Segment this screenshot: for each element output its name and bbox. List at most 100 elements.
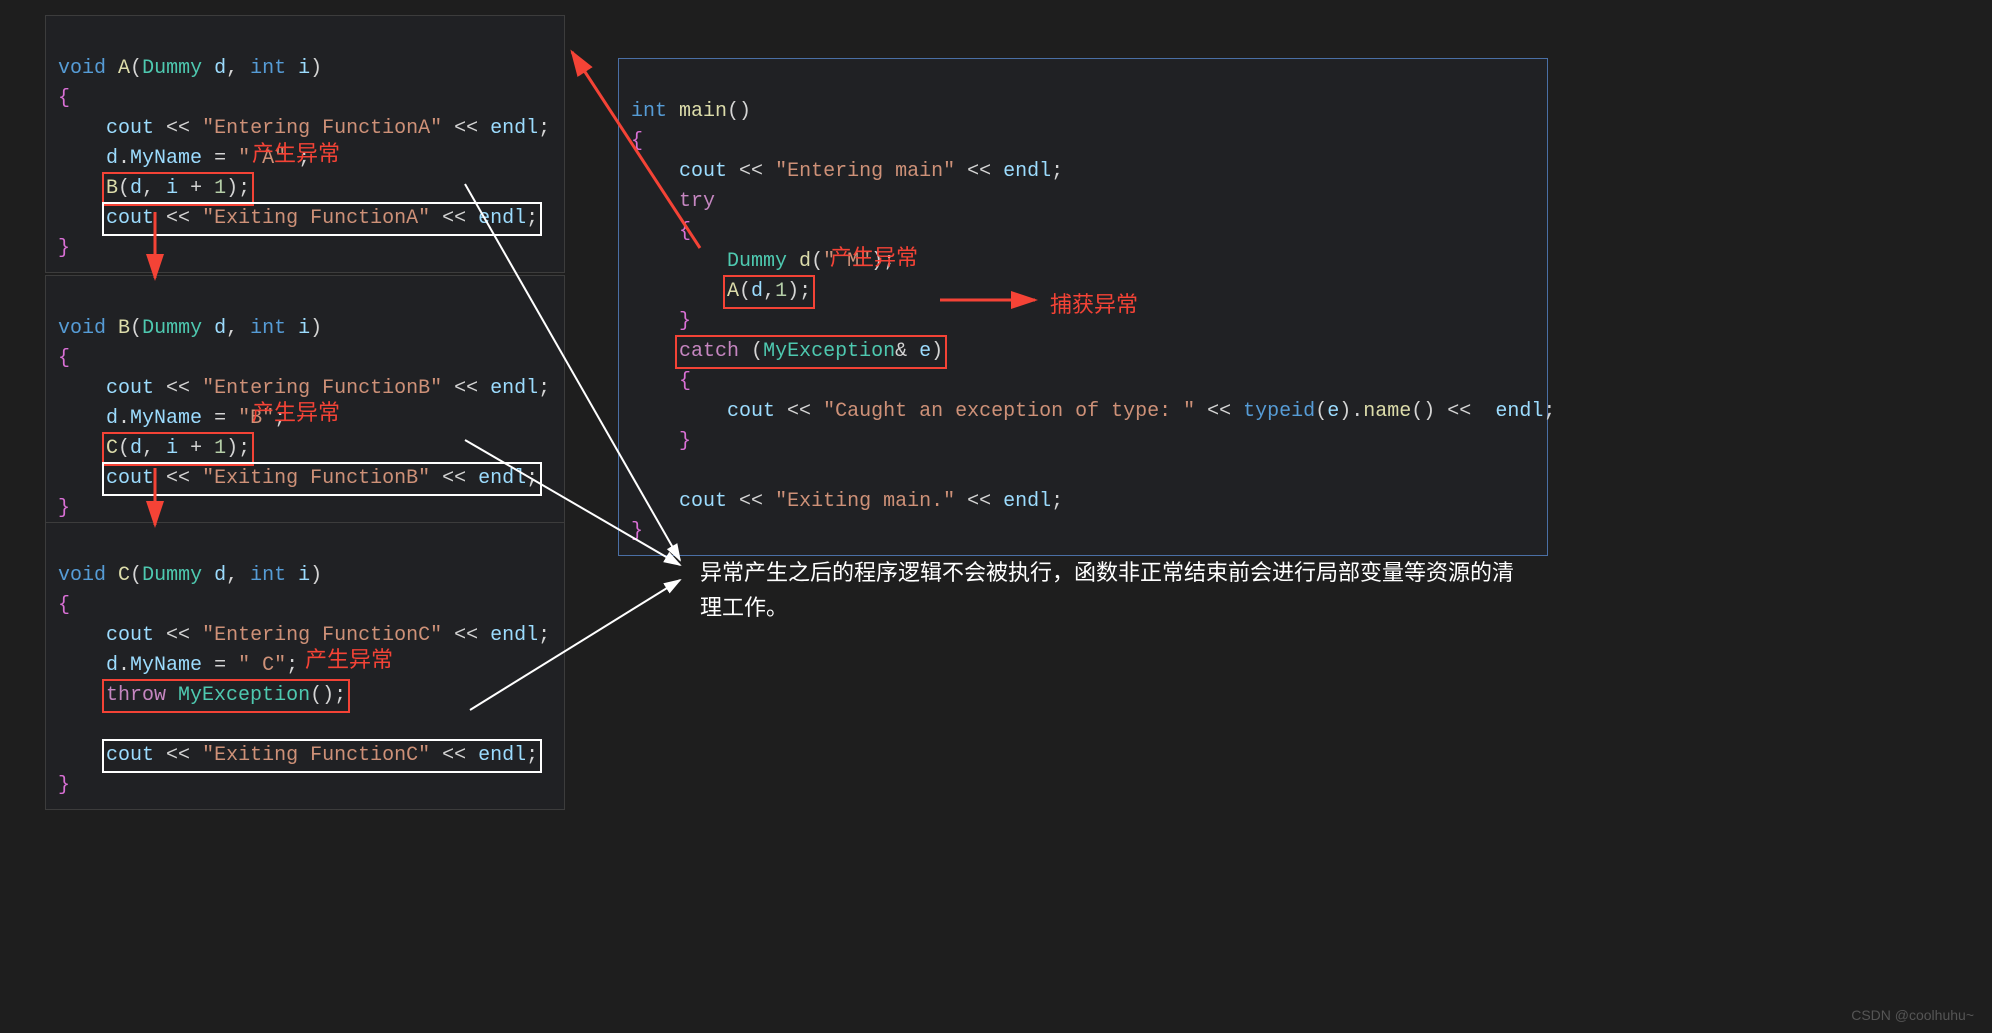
op-assign: = xyxy=(202,407,238,430)
brace-close: } xyxy=(58,237,70,260)
cout: cout xyxy=(106,624,166,647)
type-dummy: Dummy xyxy=(142,317,202,340)
cout: cout xyxy=(727,400,787,423)
string-exit-b: "Exiting FunctionB" xyxy=(202,467,430,490)
op-insert: << xyxy=(166,744,190,767)
fn-main: main xyxy=(679,100,727,123)
keyword-int: int xyxy=(250,57,286,80)
arg-i: i xyxy=(166,177,178,200)
type-dummy: Dummy xyxy=(142,564,202,587)
brace-close: } xyxy=(631,520,643,543)
annotation-exception-main-call: 产生异常 xyxy=(830,240,918,272)
brace-close: } xyxy=(58,774,70,797)
brace-open: { xyxy=(58,347,70,370)
op-insert: << xyxy=(454,377,478,400)
explanation-text: 异常产生之后的程序逻辑不会被执行，函数非正常结束前会进行局部变量等资源的清理工作… xyxy=(700,555,1520,625)
keyword-int: int xyxy=(250,564,286,587)
op-insert: << xyxy=(787,400,811,423)
watermark: CSDN @coolhuhu~ xyxy=(1851,1007,1974,1023)
endl: endl xyxy=(478,624,538,647)
highlight-call-a: A(d,1); xyxy=(723,275,815,309)
prop-myname: MyName xyxy=(130,407,202,430)
brace-open: { xyxy=(631,130,643,153)
arg-d: d xyxy=(130,177,142,200)
op-insert: << xyxy=(442,207,466,230)
type-dummy: Dummy xyxy=(142,57,202,80)
op-insert: << xyxy=(166,117,190,140)
keyword-int: int xyxy=(631,100,667,123)
highlight-throw: throw MyException(); xyxy=(102,679,350,713)
cout: cout xyxy=(106,117,166,140)
op-insert: << xyxy=(166,467,190,490)
op-insert: << xyxy=(967,490,991,513)
class-myexception: MyException xyxy=(178,684,310,707)
endl: endl xyxy=(478,117,538,140)
op-insert: << xyxy=(739,490,763,513)
highlight-catch: catch (MyException& e) xyxy=(675,335,947,369)
brace-close: } xyxy=(679,310,691,333)
op-insert: << xyxy=(442,744,466,767)
var-d: d xyxy=(106,654,118,677)
param-d: d xyxy=(214,317,226,340)
fn-name: name xyxy=(1363,400,1411,423)
var-d: d xyxy=(799,250,811,273)
endl: endl xyxy=(466,207,526,230)
string-c: " C" xyxy=(238,654,286,677)
op-plus: + xyxy=(178,177,214,200)
prop-myname: MyName xyxy=(130,147,202,170)
keyword-catch: catch xyxy=(679,340,739,363)
highlight-call-b: B(d, i + 1); xyxy=(102,172,254,206)
fn-c-call: C xyxy=(106,437,118,460)
keyword-void: void xyxy=(58,57,106,80)
op-insert: << xyxy=(1447,400,1471,423)
op-insert: << xyxy=(166,624,190,647)
keyword-void: void xyxy=(58,564,106,587)
var-d: d xyxy=(106,407,118,430)
string-exit-main: "Exiting main." xyxy=(775,490,955,513)
fn-a-call: A xyxy=(727,280,739,303)
cout: cout xyxy=(679,160,739,183)
class-dummy: Dummy xyxy=(727,250,787,273)
arg-d: d xyxy=(751,280,763,303)
op-plus: + xyxy=(178,437,214,460)
op-insert: << xyxy=(967,160,991,183)
cout: cout xyxy=(106,207,166,230)
cout: cout xyxy=(106,744,166,767)
brace-open: { xyxy=(58,594,70,617)
var-d: d xyxy=(106,147,118,170)
string-exit-c: "Exiting FunctionC" xyxy=(202,744,430,767)
endl: endl xyxy=(466,744,526,767)
string-enter-main: "Entering main" xyxy=(775,160,955,183)
brace-open: { xyxy=(679,220,691,243)
arg-d: d xyxy=(130,437,142,460)
param-i: i xyxy=(298,57,310,80)
param-i: i xyxy=(298,317,310,340)
highlight-call-c: C(d, i + 1); xyxy=(102,432,254,466)
keyword-try: try xyxy=(679,190,715,213)
var-e: e xyxy=(907,340,931,363)
op-insert: << xyxy=(454,117,478,140)
op-ref: & xyxy=(895,340,907,363)
op-assign: = xyxy=(202,654,238,677)
var-e: e xyxy=(1327,400,1339,423)
cout: cout xyxy=(106,467,166,490)
fn-b: B xyxy=(118,317,130,340)
op-insert: << xyxy=(166,377,190,400)
num-1: 1 xyxy=(214,177,226,200)
num-1: 1 xyxy=(214,437,226,460)
param-i: i xyxy=(298,564,310,587)
class-myexception: MyException xyxy=(763,340,895,363)
keyword-int: int xyxy=(250,317,286,340)
fn-c: C xyxy=(118,564,130,587)
annotation-exception-b: 产生异常 xyxy=(252,395,340,427)
op-insert: << xyxy=(166,207,190,230)
endl: endl xyxy=(478,377,538,400)
keyword-void: void xyxy=(58,317,106,340)
highlight-skip-c: cout << "Exiting FunctionC" << endl; xyxy=(102,739,542,773)
fn-b-call: B xyxy=(106,177,118,200)
brace-open: { xyxy=(679,370,691,393)
brace-open: { xyxy=(58,87,70,110)
cout: cout xyxy=(106,377,166,400)
op-insert: << xyxy=(442,467,466,490)
num-1: 1 xyxy=(775,280,787,303)
